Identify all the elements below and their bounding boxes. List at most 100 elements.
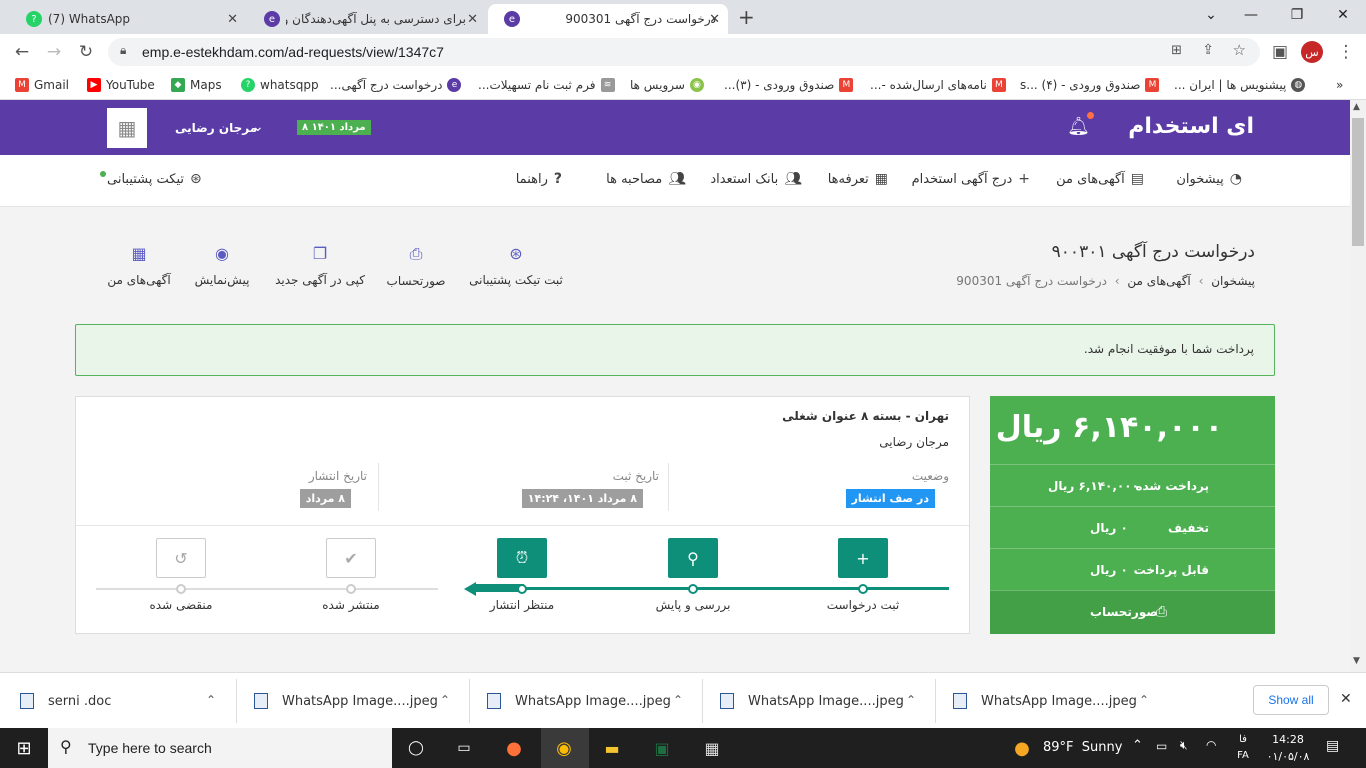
close-tab-icon[interactable]: ✕ — [467, 12, 478, 27]
scroll-thumb[interactable] — [1352, 118, 1364, 246]
menu-icon[interactable]: ⋮ — [1334, 40, 1358, 64]
forward-icon[interactable]: → — [42, 40, 66, 64]
scroll-up-icon[interactable]: ▲ — [1353, 102, 1360, 112]
profile-avatar[interactable]: س — [1301, 41, 1323, 63]
bookmark-gmail[interactable]: M Gmail — [10, 76, 69, 94]
bookmark-star-icon[interactable]: ☆ — [1233, 41, 1246, 59]
download-item[interactable]: WhatsApp Image....jpeg — [487, 687, 671, 715]
action-support-ticket[interactable]: ⊛ ثبت تیکت پشتیبانی — [467, 244, 565, 287]
chevron-up-icon[interactable]: ⌃ — [1139, 693, 1149, 707]
printer-icon: ⎙ — [409, 244, 423, 263]
chevron-up-icon[interactable]: ⌃ — [440, 693, 450, 707]
chevron-up-icon[interactable]: ⌃ — [673, 693, 683, 707]
reload-icon[interactable]: ↻ — [74, 40, 98, 64]
action-invoice[interactable]: ⎙ صورتحساب — [386, 244, 446, 288]
action-copy-ad[interactable]: ❐ کپی در آگهی جدید — [274, 244, 366, 287]
translate-icon[interactable]: ⊞ — [1171, 43, 1182, 58]
invoice-button[interactable]: ⎙ صورتحساب — [990, 590, 1275, 634]
nav-tariffs[interactable]: ▦ تعرفه‌ها — [828, 171, 888, 187]
file-explorer-icon[interactable]: ▬ — [600, 736, 624, 760]
close-window-button[interactable]: ✕ — [1320, 0, 1366, 30]
back-icon[interactable]: ← — [10, 40, 34, 64]
chevron-up-icon[interactable]: ⌃ — [906, 693, 916, 707]
reg-date-badge: ۸ مرداد ۱۴۰۱، ۱۴:۲۴ — [521, 489, 643, 508]
bell-icon[interactable]: 🔔︎ — [1067, 116, 1090, 137]
estekhdam-icon: e — [447, 78, 462, 92]
eye-icon: ◉ — [215, 244, 229, 263]
new-tab-button[interactable]: + — [738, 5, 755, 29]
bookmark-sent[interactable]: M نامه‌های ارسال‌شده -... — [870, 76, 1011, 94]
minimize-button[interactable]: — — [1228, 0, 1274, 30]
tab-whatsapp[interactable]: ? (7) WhatsApp ✕ — [10, 4, 246, 34]
list-icon: ▦ — [131, 244, 147, 263]
taskbar-search[interactable]: ⚲ Type here to search — [48, 728, 392, 768]
maximize-button[interactable]: ❐ — [1274, 0, 1320, 30]
support-ticket-link[interactable]: ⊛ تیکت پشتیبانی — [107, 171, 202, 187]
price-row-payable: قابل پرداخت ۰ ریال — [990, 548, 1275, 590]
tab-estekhdam-login[interactable]: e برای دسترسی به پنل آگهی‌دهندگان و ✕ — [248, 4, 486, 34]
scroll-down-icon[interactable]: ▼ — [1353, 656, 1360, 666]
step-label: بررسی و پایش — [655, 598, 731, 612]
company-avatar[interactable]: ▦ — [107, 108, 147, 148]
battery-icon[interactable]: ▭ — [1156, 739, 1167, 753]
nav-dashboard[interactable]: ◔ پیشخوان — [1176, 171, 1242, 187]
download-item[interactable]: WhatsApp Image....jpeg — [953, 687, 1137, 715]
show-all-button[interactable]: Show all — [1253, 685, 1329, 715]
excel-icon[interactable]: ▣ — [650, 736, 674, 760]
volume-icon[interactable]: 🔇︎ — [1180, 738, 1188, 753]
weather-text[interactable]: 89°F Sunny — [1043, 740, 1122, 755]
wifi-icon[interactable]: ◠ — [1206, 738, 1216, 752]
nav-my-ads[interactable]: ▤ آگهی‌های من — [1056, 171, 1144, 187]
gmail-icon: M — [991, 78, 1006, 92]
task-view-icon[interactable]: ▭ — [452, 736, 476, 760]
step-label: منتشر شده — [322, 598, 380, 612]
bookmark-youtube[interactable]: ▶ YouTube — [82, 76, 155, 94]
close-tab-icon[interactable]: ✕ — [709, 12, 720, 27]
bookmark-inbox-4[interactable]: M صندوق ورودی - s... (۴) — [1020, 76, 1164, 94]
action-preview[interactable]: ◉ پیش‌نمایش — [192, 244, 252, 287]
chrome-icon[interactable]: ◉ — [552, 736, 576, 760]
tray-chevron-icon[interactable]: ⌃ — [1132, 738, 1143, 753]
bookmark-form[interactable]: ≋ فرم ثبت نام تسهیلات... — [478, 76, 620, 94]
download-item[interactable]: serni .doc — [20, 687, 111, 715]
divider — [236, 679, 237, 723]
nav-talent-bank[interactable]: 👥︎ بانک استعداد — [710, 171, 802, 187]
bookmark-drafts[interactable]: ◍ پیشنویس ها | ایران ... — [1174, 76, 1310, 94]
brand-logo[interactable]: ای استخدام — [1128, 114, 1254, 139]
language-indicator[interactable]: فا FA — [1234, 732, 1252, 764]
breadcrumb-dashboard[interactable]: پیشخوان — [1211, 274, 1255, 288]
breadcrumb-my-ads[interactable]: آگهی‌های من — [1127, 274, 1190, 288]
app-header: ای استخدام 🔔︎ ۸ مرداد ۱۴۰۱ مرجان رضایی ⌄… — [0, 100, 1350, 155]
calculator-icon[interactable]: ▦ — [700, 736, 724, 760]
close-tab-icon[interactable]: ✕ — [227, 12, 238, 27]
help-icon: ? — [553, 171, 562, 187]
more-bookmarks-icon[interactable]: » — [1336, 76, 1343, 94]
chevron-down-icon[interactable]: ⌄ — [252, 119, 264, 135]
firefox-icon[interactable]: ● — [502, 736, 526, 760]
nav-help[interactable]: ? راهنما — [516, 171, 562, 187]
windows-start-icon[interactable]: ⊞ — [12, 736, 36, 760]
clock[interactable]: 14:28 ۰۱/۰۵/۰۸ — [1262, 731, 1314, 765]
share-icon[interactable]: ⇪ — [1202, 42, 1214, 58]
close-downloads-icon[interactable]: ✕ — [1340, 691, 1352, 707]
step-dot — [858, 584, 868, 594]
download-item[interactable]: WhatsApp Image....jpeg — [254, 687, 438, 715]
page-scrollbar[interactable]: ▲ ▼ — [1350, 100, 1366, 672]
download-item[interactable]: WhatsApp Image....jpeg — [720, 687, 904, 715]
bookmark-ad-request[interactable]: e درخواست درج آگهی... — [330, 76, 466, 94]
nav-interviews[interactable]: 👥︎ مصاحبه ها — [606, 171, 686, 187]
nav-post-ad[interactable]: + درج آگهی استخدام — [912, 171, 1030, 187]
tab-ad-request[interactable]: e درخواست درج آگهی 900301 ✕ — [488, 4, 728, 34]
omnibox[interactable]: 🔒︎ emp.e-estekhdam.com/ad-requests/view/… — [108, 38, 1260, 66]
check-icon: ✔ — [344, 548, 358, 568]
bookmark-services[interactable]: ◉ سرویس ها — [630, 76, 709, 94]
bookmark-maps[interactable]: ◆ Maps — [166, 76, 222, 94]
user-name[interactable]: مرجان رضایی — [175, 121, 257, 135]
bookmark-whatsqpp[interactable]: ? whatsqpp — [236, 76, 319, 94]
notification-center-icon[interactable]: ▤ — [1326, 738, 1339, 754]
sidepanel-icon[interactable]: ▣ — [1268, 40, 1292, 64]
bookmark-inbox-3[interactable]: M صندوق ورودی - (۳)... — [724, 76, 858, 94]
action-my-ads[interactable]: ▦ آگهی‌های من — [106, 244, 172, 287]
chevron-up-icon[interactable]: ⌃ — [206, 693, 216, 707]
cortana-icon[interactable]: ◯ — [404, 736, 428, 760]
